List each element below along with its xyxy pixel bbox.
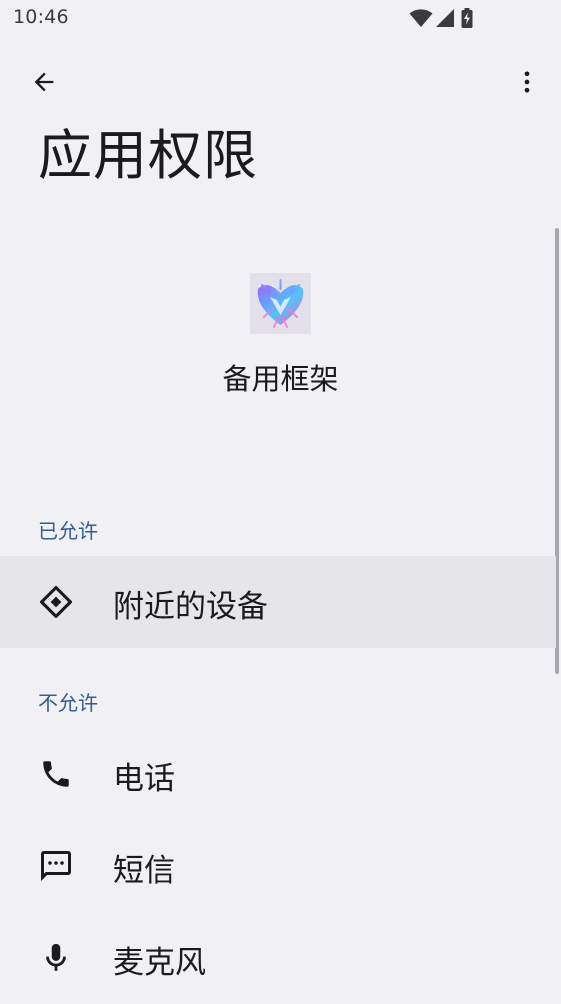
cell-signal-icon — [436, 9, 454, 27]
microphone-icon — [38, 940, 74, 976]
battery-charging-icon — [461, 8, 473, 28]
more-vert-icon — [524, 71, 530, 93]
nearby-devices-icon — [38, 584, 74, 620]
permission-label: 麦克风 — [113, 945, 206, 981]
permission-row-nearby-devices[interactable]: 附近的设备 — [0, 556, 556, 648]
status-bar: 10:46 — [0, 0, 561, 38]
permission-label: 电话 — [113, 761, 175, 797]
app-header: 备用框架 — [0, 270, 561, 410]
permission-label: 附近的设备 — [113, 589, 268, 625]
page-title: 应用权限 — [38, 124, 258, 187]
app-logo-icon — [250, 273, 311, 334]
more-options-button[interactable] — [503, 58, 551, 106]
status-time: 10:46 — [13, 6, 69, 28]
wifi-icon — [409, 9, 433, 27]
section-header-allowed: 已允许 — [38, 519, 98, 543]
permission-row-phone[interactable]: 电话 — [0, 728, 556, 820]
arrow-back-icon — [34, 72, 54, 92]
app-bar — [0, 50, 561, 114]
section-header-denied: 不允许 — [38, 691, 98, 715]
app-name: 备用框架 — [222, 362, 339, 396]
permission-label: 短信 — [113, 853, 175, 889]
sms-icon — [38, 848, 74, 884]
permission-row-sms[interactable]: 短信 — [0, 820, 556, 912]
phone-icon — [38, 756, 74, 792]
permission-row-microphone[interactable]: 麦克风 — [0, 912, 556, 1004]
back-button[interactable] — [20, 58, 68, 106]
